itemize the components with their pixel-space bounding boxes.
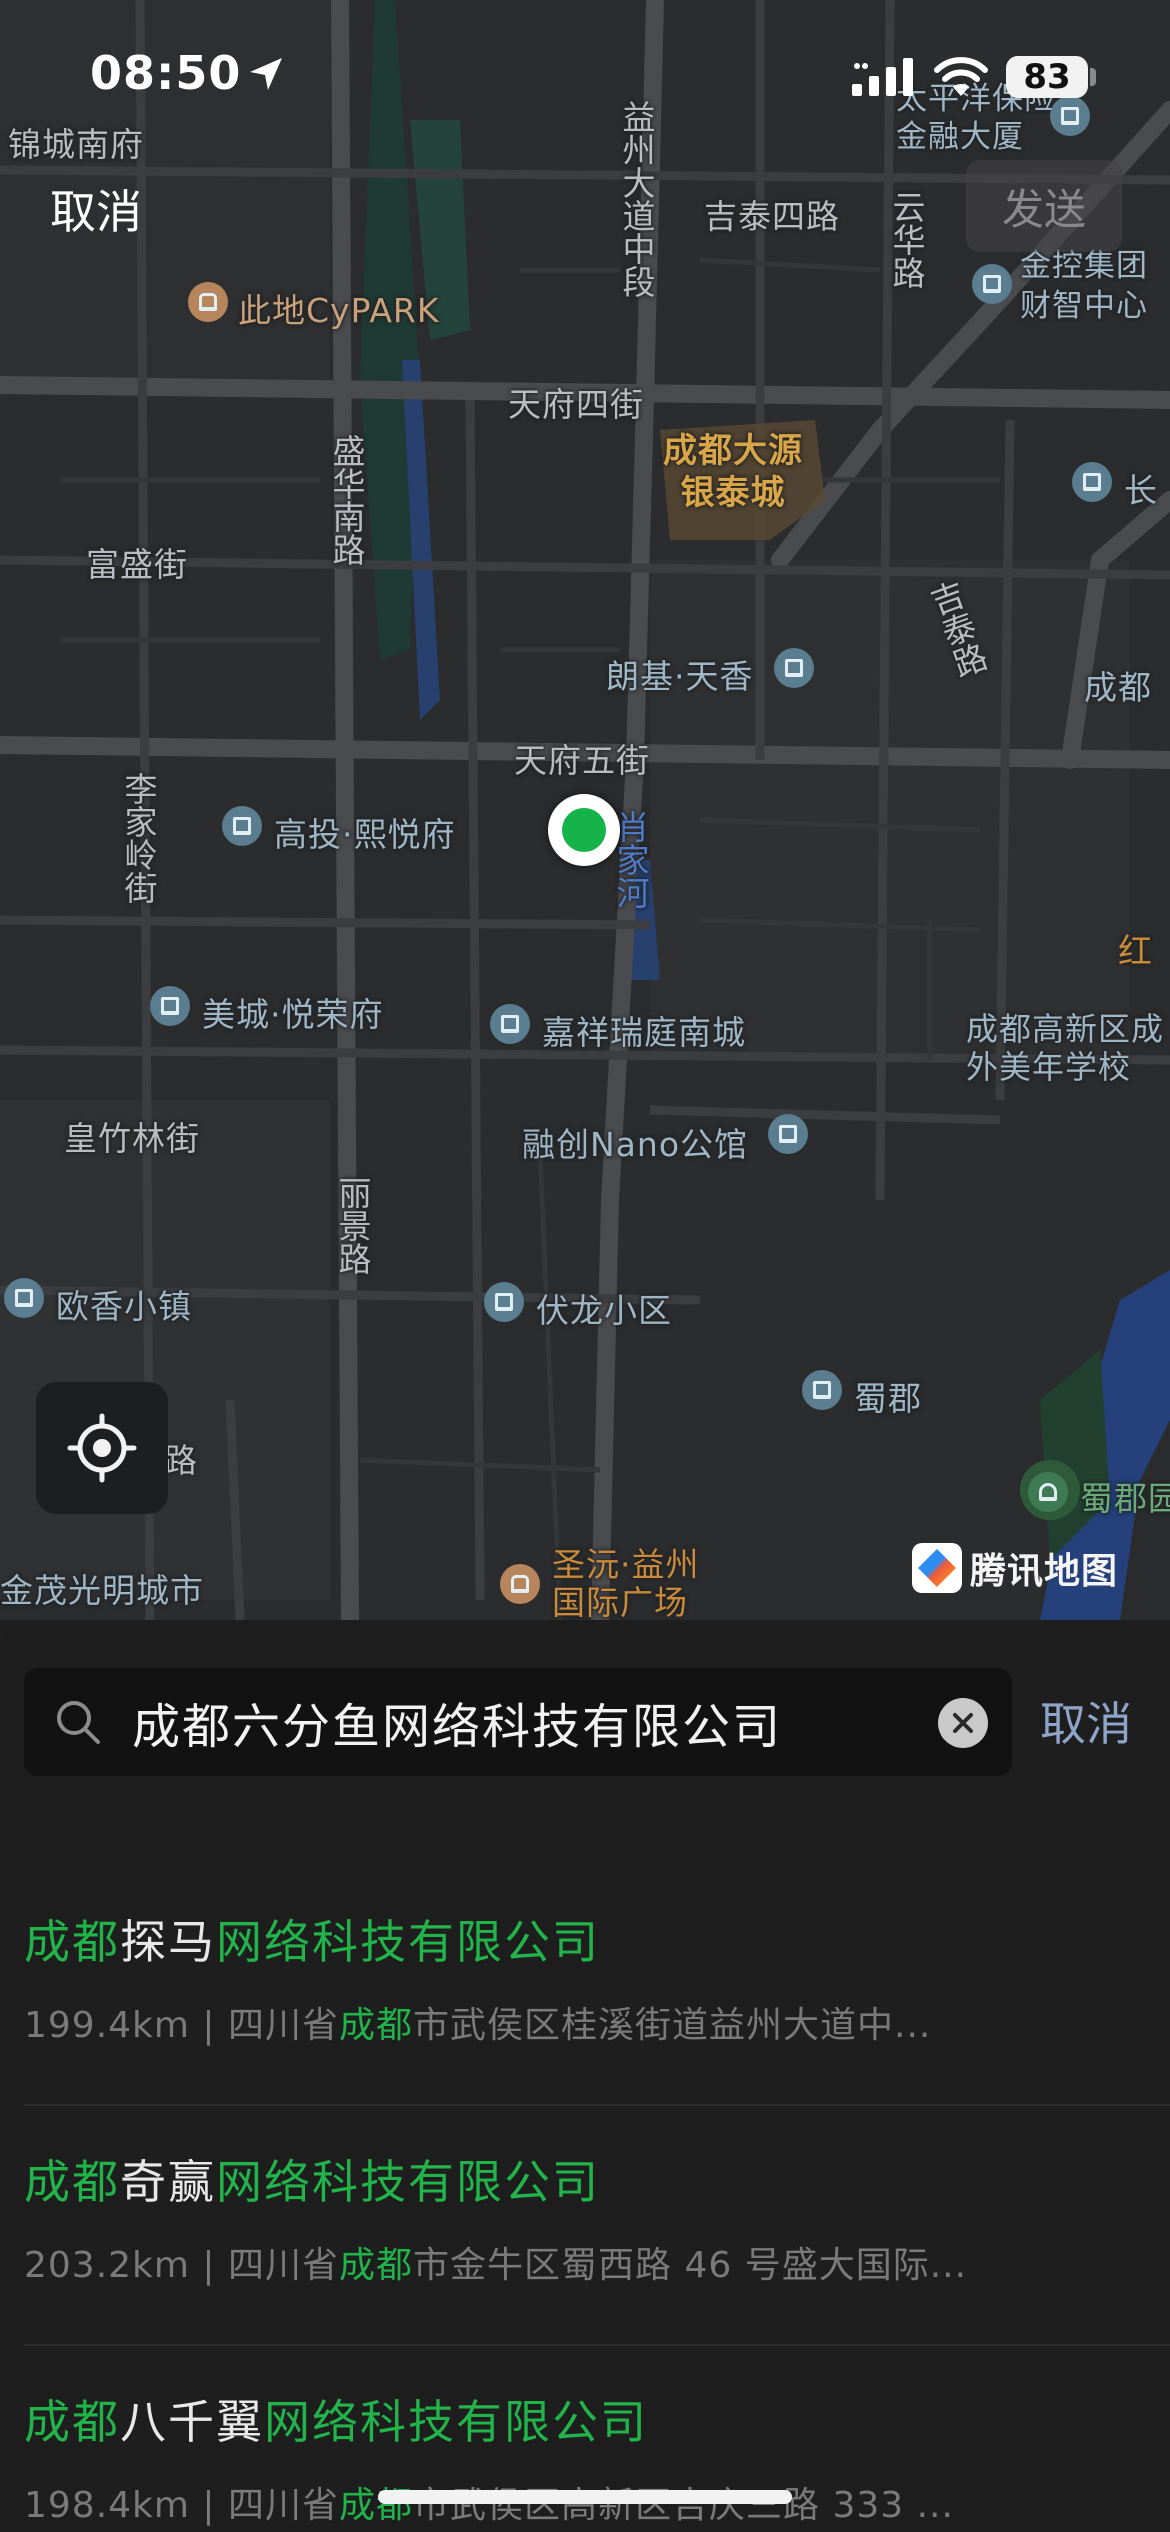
park-icon (1028, 1472, 1068, 1512)
map-label: 伏龙小区 (536, 1291, 672, 1330)
map-label: 盛华南路 (327, 434, 366, 566)
result-name: 成都八千翼网络科技有限公司 (24, 2395, 648, 2449)
building-icon (150, 986, 190, 1026)
map-label: 此地CyPARK (238, 291, 440, 330)
search-icon (57, 1701, 100, 1744)
battery-icon: 83 (1006, 56, 1088, 98)
search-panel: 取消 成都探马网络科技有限公司 199.4km | 四川省成都市武侯区桂溪街道益… (0, 1620, 1170, 2532)
map-label: 长 (1124, 471, 1158, 510)
home-indicator[interactable] (378, 2490, 792, 2504)
building-icon (972, 264, 1012, 304)
map-label: 富盛街 (86, 545, 188, 584)
map-label: 成都 (1084, 668, 1152, 707)
map-label: 天府五街 (514, 741, 650, 780)
map-label: 圣沅·益州国际广场 (552, 1545, 700, 1621)
map-label: 美城·悦荣府 (202, 995, 384, 1034)
clear-button[interactable] (938, 1698, 988, 1748)
logo-text: 腾讯地图 (970, 1551, 1119, 1592)
search-cancel-button[interactable]: 取消 (1040, 1688, 1132, 1754)
map-label: 成都大源银泰城 (663, 431, 803, 513)
building-icon (1072, 462, 1112, 502)
map-label: 高投·熙悦府 (274, 815, 456, 854)
shop-icon (500, 1564, 540, 1604)
battery-cap (1090, 68, 1096, 86)
result-name: 成都奇赢网络科技有限公司 (24, 2155, 600, 2209)
building-icon (768, 1114, 808, 1154)
map-label: 路 (164, 1441, 198, 1480)
building-icon (774, 648, 814, 688)
map-label: 锦城南府 (8, 125, 144, 164)
map-label: 李家岭街 (119, 772, 158, 904)
clear-icon (953, 1713, 973, 1733)
signal-icon (852, 58, 913, 96)
map-label: 云华路 (887, 190, 926, 289)
map-label: 天府四街 (508, 385, 644, 424)
building-icon (490, 1004, 530, 1044)
map-label: 欧香小镇 (56, 1287, 192, 1326)
result-name: 成都探马网络科技有限公司 (24, 1915, 600, 1969)
wifi-icon (934, 57, 988, 96)
locate-button[interactable] (36, 1382, 168, 1514)
map-view[interactable]: 锦城南府 此地CyPARK 益州大道中段 吉泰四路 云华路 太平洋保险金融大厦 … (0, 0, 1170, 1620)
map-label: 朗基·天香 (606, 657, 754, 696)
cancel-button[interactable]: 取消 (50, 176, 142, 242)
map-label: 丽景路 (333, 1176, 372, 1275)
building-icon (484, 1282, 524, 1322)
result-address: 199.4km | 四川省成都市武侯区桂溪街道益州大道中... (24, 2005, 932, 2046)
tencent-map-icon (912, 1543, 962, 1593)
map-label: 融创Nano公馆 (522, 1125, 749, 1164)
locate-icon (67, 1413, 137, 1483)
map-label: 益州大道中段 (617, 100, 656, 298)
map-label: 成都高新区成外美年学校 (966, 1010, 1165, 1086)
building-icon (222, 806, 262, 846)
location-arrow-icon (250, 58, 282, 90)
status-time: 08:50 (90, 46, 242, 100)
map-label: 蜀郡 (854, 1379, 922, 1418)
building-icon (1050, 96, 1090, 136)
map-label: 皇竹林街 (64, 1119, 200, 1158)
map-label: 蜀郡园 (1080, 1479, 1170, 1518)
result-item[interactable]: 成都奇赢网络科技有限公司 203.2km | 四川省成都市金牛区蜀西路 46 号… (0, 2106, 1170, 2346)
building-icon (802, 1370, 842, 1410)
shop-icon (188, 282, 228, 322)
building-icon (4, 1278, 44, 1318)
search-input[interactable] (132, 1682, 932, 1762)
map-label: 金控集团财智中心 (1020, 248, 1148, 324)
map-label: 红 (1118, 932, 1153, 972)
result-address: 203.2km | 四川省成都市金牛区蜀西路 46 号盛大国际... (24, 2245, 968, 2286)
map-label: 金茂光明城市 (0, 1571, 204, 1610)
result-item[interactable]: 成都八千翼网络科技有限公司 198.4km | 四川省成都市武侯区高新区吉庆三路… (0, 2346, 1170, 2532)
search-box[interactable] (24, 1668, 1012, 1776)
tencent-map-logo: 腾讯地图 (912, 1542, 1118, 1594)
map-label: 吉泰四路 (704, 197, 840, 236)
send-button[interactable]: 发送 (966, 160, 1122, 252)
location-pin (548, 794, 620, 866)
map-label: 嘉祥瑞庭南城 (542, 1013, 746, 1052)
result-item[interactable]: 成都探马网络科技有限公司 199.4km | 四川省成都市武侯区桂溪街道益州大道… (0, 1866, 1170, 2106)
